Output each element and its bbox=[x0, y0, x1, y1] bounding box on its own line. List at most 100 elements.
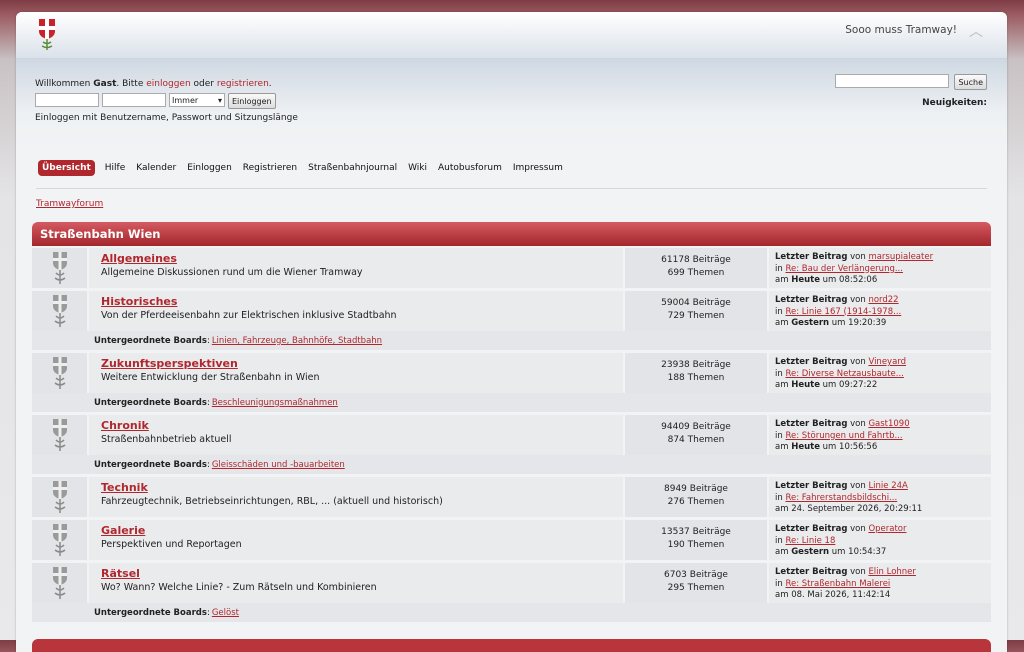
board-info: Allgemeines Allgemeine Diskussionen rund … bbox=[89, 248, 623, 288]
last-post-user[interactable]: nord22 bbox=[868, 295, 898, 305]
board-row: Historisches Von der Pferdeeisenbahn zur … bbox=[32, 291, 991, 331]
board: Rätsel Wo? Wann? Welche Linie? - Zum Räts… bbox=[32, 563, 991, 622]
menu-item-uebersicht[interactable]: Übersicht bbox=[38, 160, 95, 176]
child-boards: Untergeordnete Boards: Gleisschäden und … bbox=[32, 455, 991, 474]
board-description: Weitere Entwicklung der Straßenbahn in W… bbox=[101, 372, 320, 383]
board-icon[interactable] bbox=[32, 477, 87, 517]
welcome-middle: . Bitte bbox=[116, 79, 147, 89]
username-input[interactable] bbox=[35, 93, 99, 107]
last-post-label: Letzter Beitrag bbox=[775, 357, 848, 367]
last-post-topic[interactable]: Re: Störungen und Fahrtb... bbox=[785, 431, 902, 441]
site-header: Sooo muss Tramway! ︿ bbox=[16, 12, 1007, 59]
last-post: Letzter Beitrag von Elin Lohner in Re: St… bbox=[769, 563, 991, 603]
on-label: am bbox=[775, 380, 792, 390]
last-post-user[interactable]: Elin Lohner bbox=[868, 567, 915, 577]
board-title-link[interactable]: Zukunftsperspektiven bbox=[101, 357, 623, 370]
password-input[interactable] bbox=[102, 93, 166, 107]
last-post-user[interactable]: marsupialeater bbox=[868, 252, 933, 262]
post-count: 8949 Beiträge bbox=[664, 484, 728, 494]
board-icon[interactable] bbox=[32, 415, 87, 455]
board-title-link[interactable]: Chronik bbox=[101, 419, 623, 432]
board-icon[interactable] bbox=[32, 563, 87, 603]
search-form: Suche bbox=[835, 74, 987, 90]
board-title-link[interactable]: Allgemeines bbox=[101, 252, 623, 265]
collapse-header-icon[interactable]: ︿ bbox=[969, 21, 983, 41]
child-board-links[interactable]: Gelöst bbox=[212, 608, 239, 618]
by-label: von bbox=[847, 295, 869, 305]
menu-item-kalender[interactable]: Kalender bbox=[135, 160, 177, 176]
board-icon[interactable] bbox=[32, 248, 87, 288]
search-input[interactable] bbox=[835, 74, 950, 88]
board-icon[interactable] bbox=[32, 291, 87, 331]
last-post-label: Letzter Beitrag bbox=[775, 567, 848, 577]
board-description: Von der Pferdeeisenbahn zur Elektrischen… bbox=[101, 310, 397, 321]
last-post-topic[interactable]: Re: Diverse Netzausbaute... bbox=[785, 369, 903, 379]
menu-item-registrieren[interactable]: Registrieren bbox=[242, 160, 298, 176]
board-title-link[interactable]: Historisches bbox=[101, 295, 623, 308]
last-post-topic[interactable]: Re: Bau der Verlängerung... bbox=[785, 264, 903, 274]
board-title-link[interactable]: Technik bbox=[101, 481, 623, 494]
subboards-label: Untergeordnete Boards bbox=[94, 459, 207, 470]
menu-item-impressum[interactable]: Impressum bbox=[512, 160, 564, 176]
post-count: 61178 Beiträge bbox=[661, 255, 731, 265]
last-post: Letzter Beitrag von Operator in Re: Linie… bbox=[769, 520, 991, 560]
session-length-value: Immer bbox=[172, 95, 199, 105]
last-post-day: Gestern bbox=[791, 318, 830, 328]
last-post-user[interactable]: Vineyard bbox=[868, 357, 906, 367]
board-list: Allgemeines Allgemeine Diskussionen rund … bbox=[32, 248, 991, 625]
board-icon[interactable] bbox=[32, 520, 87, 560]
last-post: Letzter Beitrag von nord22 in Re: Linie 1… bbox=[769, 291, 991, 331]
login-button[interactable]: Einloggen bbox=[228, 93, 276, 109]
topic-count: 729 Themen bbox=[667, 311, 725, 321]
on-label: am bbox=[775, 318, 792, 328]
on-label: am bbox=[775, 590, 792, 600]
breadcrumb[interactable]: Tramwayforum bbox=[36, 199, 103, 209]
board-description: Allgemeine Diskussionen rund um die Wien… bbox=[101, 267, 363, 278]
board-info: Historisches Von der Pferdeeisenbahn zur … bbox=[89, 291, 623, 331]
child-board-links[interactable]: Linien, Fahrzeuge, Bahnhöfe, Stadtbahn bbox=[212, 336, 382, 346]
menu-item-strassenbahnjournal[interactable]: Straßenbahnjournal bbox=[307, 160, 398, 176]
last-post-label: Letzter Beitrag bbox=[775, 481, 848, 491]
register-link[interactable]: registrieren bbox=[217, 79, 269, 89]
last-post-topic[interactable]: Re: Fahrerstandsbildschi... bbox=[785, 493, 897, 503]
welcome-or: oder bbox=[190, 79, 217, 89]
search-button[interactable]: Suche bbox=[954, 74, 987, 90]
menu-item-wiki[interactable]: Wiki bbox=[407, 160, 428, 176]
board-stats: 94409 Beiträge 874 Themen bbox=[625, 415, 767, 455]
last-post-time: 08:52:06 bbox=[839, 275, 878, 285]
in-label: in bbox=[775, 535, 786, 546]
board-title-link[interactable]: Galerie bbox=[101, 524, 623, 537]
login-link[interactable]: einloggen bbox=[146, 79, 190, 89]
board-title-link[interactable]: Rätsel bbox=[101, 567, 623, 580]
last-post-label: Letzter Beitrag bbox=[775, 295, 848, 305]
last-post-time: 19:20:39 bbox=[848, 318, 887, 328]
menu-divider bbox=[36, 188, 987, 189]
menu-item-autobusforum[interactable]: Autobusforum bbox=[437, 160, 503, 176]
last-post-user[interactable]: Operator bbox=[868, 524, 906, 534]
menu-item-hilfe[interactable]: Hilfe bbox=[104, 160, 126, 176]
menu-item-einloggen[interactable]: Einloggen bbox=[186, 160, 233, 176]
main-menu: Übersicht Hilfe Kalender Einloggen Regis… bbox=[38, 160, 564, 176]
last-post-user[interactable]: Gast1090 bbox=[868, 419, 909, 429]
last-post-topic[interactable]: Re: Linie 18 bbox=[785, 536, 835, 546]
post-count: 23938 Beiträge bbox=[661, 360, 731, 370]
vienna-crest-logo[interactable] bbox=[36, 17, 58, 51]
board-icon[interactable] bbox=[32, 353, 87, 393]
board-stats: 13537 Beiträge 190 Themen bbox=[625, 520, 767, 560]
child-board-links[interactable]: Gleisschäden und -bauarbeiten bbox=[212, 460, 345, 470]
last-post-topic[interactable]: Re: Linie 167 (1914-1978... bbox=[785, 307, 901, 317]
session-length-select[interactable]: Immer ▾ bbox=[169, 93, 225, 107]
last-post-topic[interactable]: Re: Straßenbahn Malerei bbox=[785, 579, 890, 589]
board-description: Straßenbahnbetrieb aktuell bbox=[101, 434, 232, 445]
board: Historisches Von der Pferdeeisenbahn zur … bbox=[32, 291, 991, 350]
child-board-links[interactable]: Beschleunigungsmaßnahmen bbox=[212, 398, 338, 408]
last-post-user[interactable]: Linie 24A bbox=[868, 481, 907, 491]
in-label: in bbox=[775, 430, 786, 441]
topic-count: 188 Themen bbox=[667, 373, 725, 383]
category-header[interactable]: Straßenbahn Wien bbox=[32, 222, 991, 246]
in-label: in bbox=[775, 578, 786, 589]
board-row: Technik Fahrzeugtechnik, Betriebseinricht… bbox=[32, 477, 991, 517]
on-label: am bbox=[775, 547, 792, 557]
last-post-day: Gestern bbox=[791, 547, 830, 557]
on-label: am bbox=[775, 275, 792, 285]
